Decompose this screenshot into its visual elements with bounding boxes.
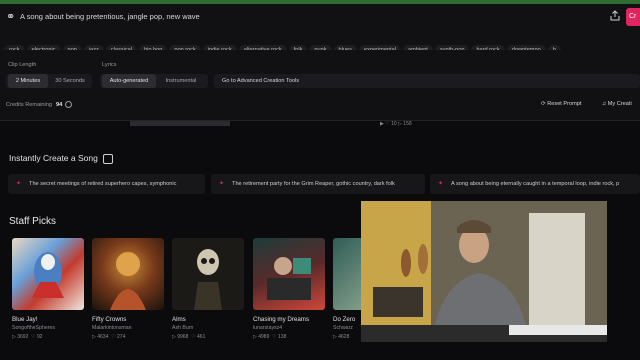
genre-chip[interactable]: h bbox=[547, 45, 561, 50]
play-count: 9968 bbox=[177, 334, 189, 340]
song-author: lunarstaysz4 bbox=[253, 325, 283, 331]
song-card[interactable]: Blue Jay! SongoftheSpheres ▷ 3692 ♡ 92 bbox=[12, 238, 84, 340]
song-title: Chasing my Dreams bbox=[253, 316, 310, 323]
genre-chip[interactable]: punk bbox=[309, 45, 332, 50]
song-stats: ▷ 3692 ♡ 92 bbox=[12, 334, 43, 340]
suggestion-text: A song about being eternally caught in a… bbox=[451, 181, 620, 187]
play-count: 3692 bbox=[17, 334, 29, 340]
like-count: 274 bbox=[117, 334, 126, 340]
sparkle-icon: ✦ bbox=[16, 181, 22, 187]
genre-chip[interactable]: classical bbox=[105, 45, 137, 50]
play-count: 4634 bbox=[97, 334, 109, 340]
suggestion-card[interactable]: ✦ The secret meetings of retired superher… bbox=[8, 174, 205, 194]
like-count: 92 bbox=[37, 334, 43, 340]
genre-chip[interactable]: downtempo bbox=[506, 45, 546, 50]
like-count: 461 bbox=[197, 334, 206, 340]
song-stats: ▷ 4989 ♡ 138 bbox=[253, 334, 287, 340]
sparkle-icon: ✦ bbox=[219, 181, 225, 187]
instant-create-heading: Instantly Create a Song bbox=[9, 153, 113, 164]
my-creations-label: My Creati bbox=[607, 101, 632, 107]
create-button[interactable]: Cr bbox=[626, 8, 640, 26]
album-art bbox=[92, 238, 164, 310]
genre-chip[interactable]: folk bbox=[288, 45, 308, 50]
webcam-overlay bbox=[361, 201, 607, 342]
lyrics-instrumental-option[interactable]: Instrumental bbox=[156, 74, 206, 88]
genre-chip[interactable]: experimental bbox=[358, 45, 401, 50]
suggestion-card[interactable]: ✦ The retirement party for the Grim Reape… bbox=[211, 174, 425, 194]
genre-chip[interactable]: pop bbox=[62, 45, 82, 50]
sparkle-icon: ✦ bbox=[438, 181, 444, 187]
instant-title: Instantly Create a Song bbox=[9, 153, 98, 163]
credits-label: Credits Remaining bbox=[6, 101, 53, 108]
clip-2min-option[interactable]: 2 Minutes bbox=[8, 74, 48, 88]
info-icon[interactable] bbox=[65, 101, 73, 108]
reset-label: Reset Prompt bbox=[547, 101, 582, 107]
genre-chip[interactable]: indie rock bbox=[202, 45, 237, 50]
genre-chip[interactable]: pop rock bbox=[169, 45, 201, 50]
song-title: Fifty Crowns bbox=[92, 316, 127, 323]
clip-length-toggle: 2 Minutes 30 Seconds bbox=[6, 74, 92, 88]
song-card[interactable]: Fifty Crowns Malarkintonsman ▷ 4634 ♡ 27… bbox=[92, 238, 164, 340]
my-creations-button[interactable]: ♫ My Creati bbox=[602, 101, 632, 107]
song-card[interactable]: Alms Ash Burn ▷ 9968 ♡ 461 bbox=[172, 238, 244, 340]
song-title: Blue Jay! bbox=[12, 316, 38, 323]
song-author: Malarkintonsman bbox=[92, 325, 132, 331]
album-art bbox=[12, 238, 84, 310]
link-icon: ⚭ bbox=[6, 11, 16, 23]
clip-30sec-option[interactable]: 30 Seconds bbox=[50, 74, 90, 88]
lyrics-label: Lyrics bbox=[102, 62, 117, 68]
song-stats: ▷ 9968 ♡ 461 bbox=[172, 334, 206, 340]
refresh-icon: ⟳ bbox=[541, 101, 546, 107]
play-count: 4628 bbox=[338, 334, 350, 340]
copy-icon[interactable] bbox=[102, 153, 113, 164]
partial-stats: ▶ ♡ 10 ▷ 158 bbox=[380, 121, 412, 127]
genre-chip[interactable]: alternative rock bbox=[238, 45, 287, 50]
prompt-input[interactable]: A song about being pretentious, jangle p… bbox=[20, 12, 200, 21]
clip-length-label: Clip Length bbox=[8, 62, 37, 68]
song-title: Alms bbox=[172, 316, 186, 323]
suggestion-text: The secret meetings of retired superhero… bbox=[29, 181, 177, 187]
advanced-tools-button[interactable]: Go to Advanced Creation Tools bbox=[214, 74, 640, 88]
genre-chip[interactable]: ambient bbox=[402, 45, 433, 50]
reset-prompt-button[interactable]: ⟳ Reset Prompt bbox=[541, 101, 581, 107]
partial-content-strip bbox=[130, 121, 230, 126]
genre-chip[interactable]: rock bbox=[4, 45, 25, 50]
album-art bbox=[253, 238, 325, 310]
album-art bbox=[172, 238, 244, 310]
music-note-icon: ♫ bbox=[602, 101, 607, 107]
share-icon[interactable] bbox=[609, 10, 621, 22]
genre-chip[interactable]: blues bbox=[333, 45, 357, 50]
like-count: 138 bbox=[278, 334, 287, 340]
genre-chip[interactable]: jazz bbox=[83, 45, 104, 50]
prompt-row: ⚭ A song about being pretentious, jangle… bbox=[0, 8, 640, 30]
suggestion-card[interactable]: ✦ A song about being eternally caught in … bbox=[430, 174, 640, 194]
lyrics-toggle: Auto-generated Instrumental bbox=[100, 74, 208, 88]
play-count: 4989 bbox=[258, 334, 270, 340]
credits-remaining: Credits Remaining 94 bbox=[6, 101, 73, 108]
genre-chip[interactable]: hip hop bbox=[138, 45, 168, 50]
song-stats: ▷ 4634 ♡ 274 bbox=[92, 334, 126, 340]
genre-chip[interactable]: electronic bbox=[26, 45, 61, 50]
song-author: Ash Burn bbox=[172, 325, 194, 331]
song-author: SongoftheSpheres bbox=[12, 325, 55, 331]
song-card[interactable]: Chasing my Dreams lunarstaysz4 ▷ 4989 ♡ … bbox=[253, 238, 325, 340]
genre-chip[interactable]: synth-pop bbox=[434, 45, 470, 50]
genre-chip-list: rock electronic pop jazz classical hip hop pop… bbox=[4, 38, 640, 50]
staff-picks-heading: Staff Picks bbox=[9, 216, 57, 227]
lyrics-auto-option[interactable]: Auto-generated bbox=[102, 74, 156, 88]
genre-chip[interactable]: hard rock bbox=[471, 45, 505, 50]
suggestion-text: The retirement party for the Grim Reaper… bbox=[232, 181, 395, 187]
credits-value: 94 bbox=[56, 101, 63, 108]
